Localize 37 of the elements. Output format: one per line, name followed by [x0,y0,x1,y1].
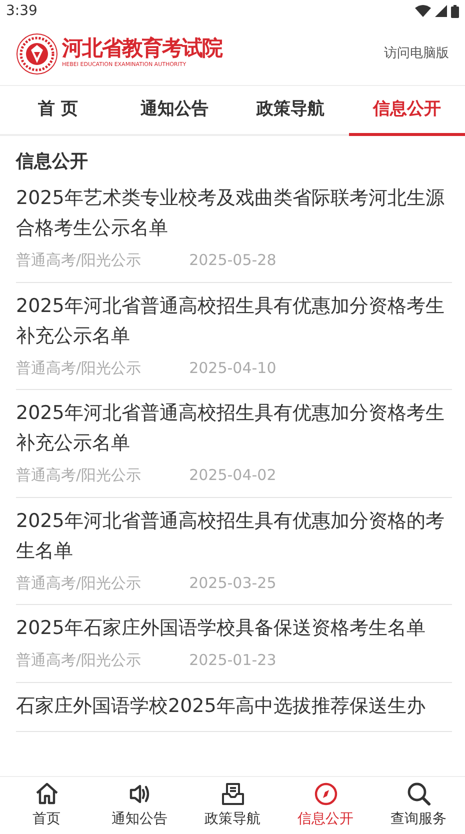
article-date: 2025-01-23 [189,650,276,671]
article-title[interactable]: 2025年河北省普通高校招生具有优惠加分资格的考生名单 [16,506,452,566]
article-date: 2025-04-10 [189,358,276,378]
article-title[interactable]: 2025年河北省普通高校招生具有优惠加分资格考生补充公示名单 [16,398,452,458]
section-title: 信息公开 [16,150,89,174]
article-category: 普通高考/阳光公示 [16,650,142,671]
article-category: 普通高考/阳光公示 [16,465,142,486]
battery-icon [451,4,459,18]
article-title[interactable]: 2025年石家庄外国语学校具备保送资格考生名单 [16,613,452,643]
signal-icon [435,5,447,17]
article-title[interactable]: 2025年艺术类专业校考及戏曲类省际联考河北生源合格考生公示名单 [16,183,452,243]
home-icon [34,781,60,807]
search-icon [406,781,432,807]
article-category: 普通高考/阳光公示 [16,572,142,594]
nav-tab[interactable]: 通知公告 [116,86,232,136]
bottom-nav-item[interactable]: 查询服务 [372,777,465,834]
article-title[interactable]: 2025年河北省普通高校招生具有优惠加分资格考生补充公示名单 [16,290,452,350]
wifi-icon [415,5,431,17]
article-date: 2025-03-25 [189,572,276,594]
article-category: 普通高考/阳光公示 [16,358,142,378]
status-time: 3:39 [6,2,38,20]
desktop-link[interactable]: 访问电脑版 [384,44,449,64]
article-category: 普通高考/阳光公示 [16,250,142,271]
compass-icon [312,781,338,807]
nav-tab[interactable]: 政策导航 [232,86,349,136]
site-title: 河北省教育考试院 [62,38,222,60]
bottom-nav-item[interactable]: 首页 [0,777,93,834]
nav-tab[interactable]: 信息公开 [348,86,465,136]
inbox-icon [220,781,246,807]
article-date: 2025-04-02 [189,465,276,486]
bottom-nav-item[interactable]: 信息公开 [279,777,372,834]
logo-icon [16,32,58,74]
bottom-nav-item[interactable]: 政策导航 [186,777,279,834]
bottom-nav-item[interactable]: 通知公告 [93,777,186,834]
article-title[interactable]: 石家庄外国语学校2025年高中选拔推荐保送生办 [16,690,452,720]
article-date: 2025-05-28 [189,250,276,271]
nav-tab[interactable]: 首 页 [0,86,116,136]
